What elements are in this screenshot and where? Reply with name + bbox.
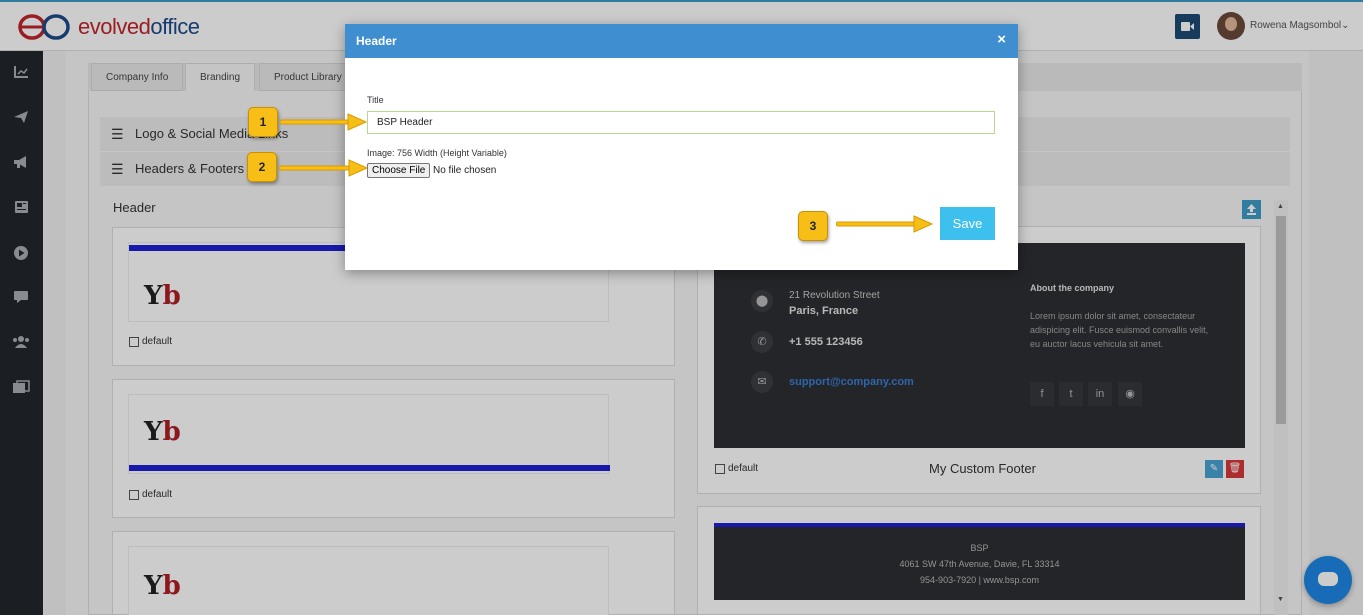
annotation-badge-3: 3 [798,211,828,241]
annotation-arrow-3 [836,215,934,233]
modal-header: Header × [345,24,1018,58]
annotation-badge-1: 1 [248,107,278,137]
title-label: Title [367,95,384,105]
file-status: No file chosen [433,165,497,176]
annotation-arrow-1 [280,113,368,131]
close-icon[interactable]: × [997,31,1006,48]
title-input[interactable] [367,111,995,134]
save-button[interactable]: Save [940,207,995,240]
modal-title: Header [356,34,397,48]
annotation-arrow-2 [279,159,369,177]
annotation-badge-2: 2 [247,152,277,182]
choose-file-button[interactable]: Choose File [367,163,431,178]
image-label: Image: 756 Width (Height Variable) [367,148,507,158]
